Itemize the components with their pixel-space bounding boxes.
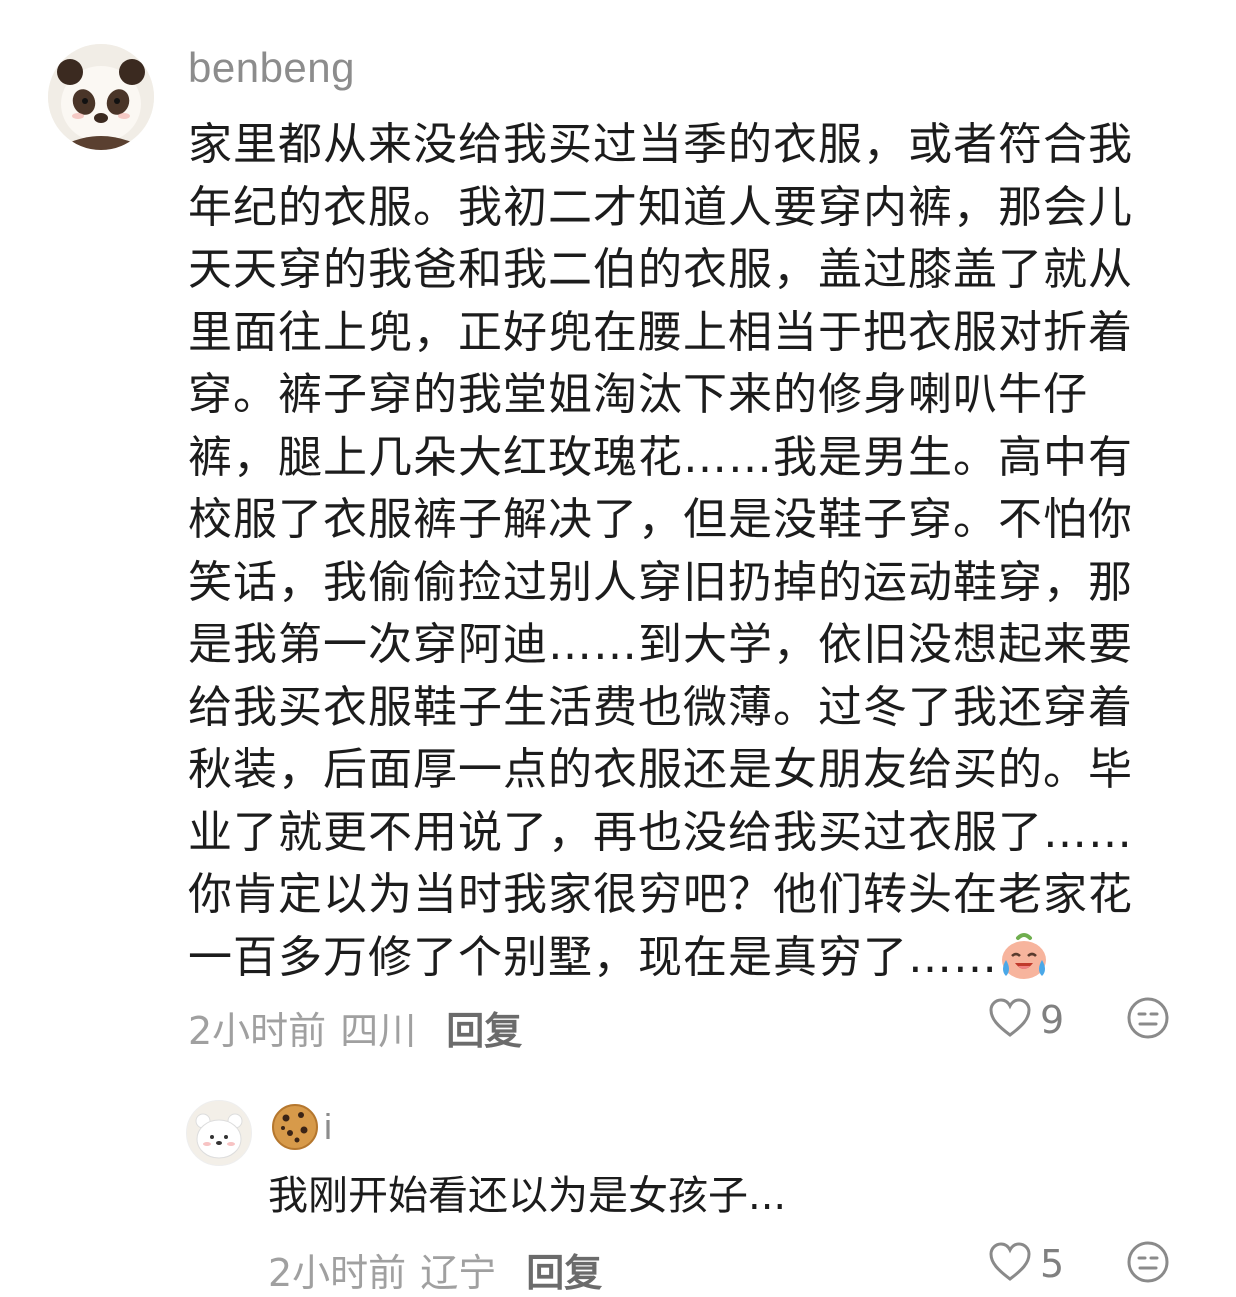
username-text: i [324, 1106, 332, 1147]
timestamp: 2小时前 [268, 1251, 407, 1295]
comment-line: 天天穿的我爸和我二伯的衣服，盖过膝盖了就从 [188, 244, 1133, 295]
comment-meta: 2小时前 四川 回复 [188, 1000, 522, 1055]
comment-line: 校服了衣服裤子解决了，但是没鞋子穿。不怕你 [188, 494, 1133, 545]
heart-outline-icon [988, 998, 1032, 1042]
like-button[interactable]: 5 [988, 1242, 1064, 1286]
comment-line: 穿。裤子穿的我堂姐淘汰下来的修身喇叭牛仔 [188, 369, 1088, 420]
reply-button[interactable]: 回复 [446, 1000, 522, 1055]
heart-outline-icon [988, 1242, 1032, 1286]
comment-line: 家里都从来没给我买过当季的衣服，或者符合我 [188, 119, 1133, 170]
username[interactable]: i [270, 1102, 332, 1152]
comment-line: 是我第一次穿阿迪……到大学，依旧没想起来要 [188, 619, 1133, 670]
reply-text: 我刚开始看还以为是女孩子... [268, 1173, 787, 1219]
cookie-icon [270, 1102, 320, 1152]
comment-line: 里面往上兜，正好兜在腰上相当于把衣服对折着 [188, 306, 1133, 358]
like-count: 5 [1040, 1242, 1065, 1286]
comment-line: 给我买衣服鞋子生活费也微薄。过冬了我还穿着 [188, 681, 1133, 733]
panda-avatar-icon[interactable] [48, 44, 154, 150]
reply-button[interactable]: 回复 [526, 1242, 602, 1297]
timestamp: 2小时前 [188, 1009, 327, 1053]
username[interactable]: benbeng [188, 44, 355, 92]
reply-actions: 5 [988, 1240, 1170, 1288]
location-label: 辽宁 [420, 1251, 497, 1295]
like-count: 9 [1040, 998, 1065, 1042]
comment-line: 你肯定以为当时我家很穷吧？他们转头在老家花 [188, 869, 1133, 920]
comment-line: 笑话，我偷偷捡过别人穿旧扔掉的运动鞋穿，那 [188, 556, 1133, 608]
white-bear-avatar-icon[interactable] [186, 1100, 252, 1166]
comment-line: 裤，腿上几朵大红玫瑰花……我是男生。高中有 [188, 431, 1133, 483]
comment-line: 秋装，后面厚一点的衣服还是女朋友给买的。毕 [188, 744, 1133, 795]
comment-text: 家里都从来没给我买过当季的衣服，或者符合我 年纪的衣服。我初二才知道人要穿内裤，… [188, 114, 1168, 989]
reply-meta: 2小时前 辽宁 回复 [268, 1242, 602, 1297]
location-label: 四川 [340, 1009, 417, 1053]
neutral-face-icon[interactable] [1126, 1240, 1170, 1288]
comment-line: 一百多万修了个别墅，现在是真穷了…… [188, 931, 998, 983]
comment-line: 年纪的衣服。我初二才知道人要穿内裤，那会儿 [188, 181, 1133, 233]
like-button[interactable]: 9 [988, 998, 1064, 1042]
crying-laughing-emoji-icon [998, 930, 1050, 982]
comment-actions: 9 [988, 996, 1170, 1044]
neutral-face-icon[interactable] [1126, 996, 1170, 1044]
comment-line: 业了就更不用说了，再也没给我买过衣服了…… [188, 806, 1133, 858]
